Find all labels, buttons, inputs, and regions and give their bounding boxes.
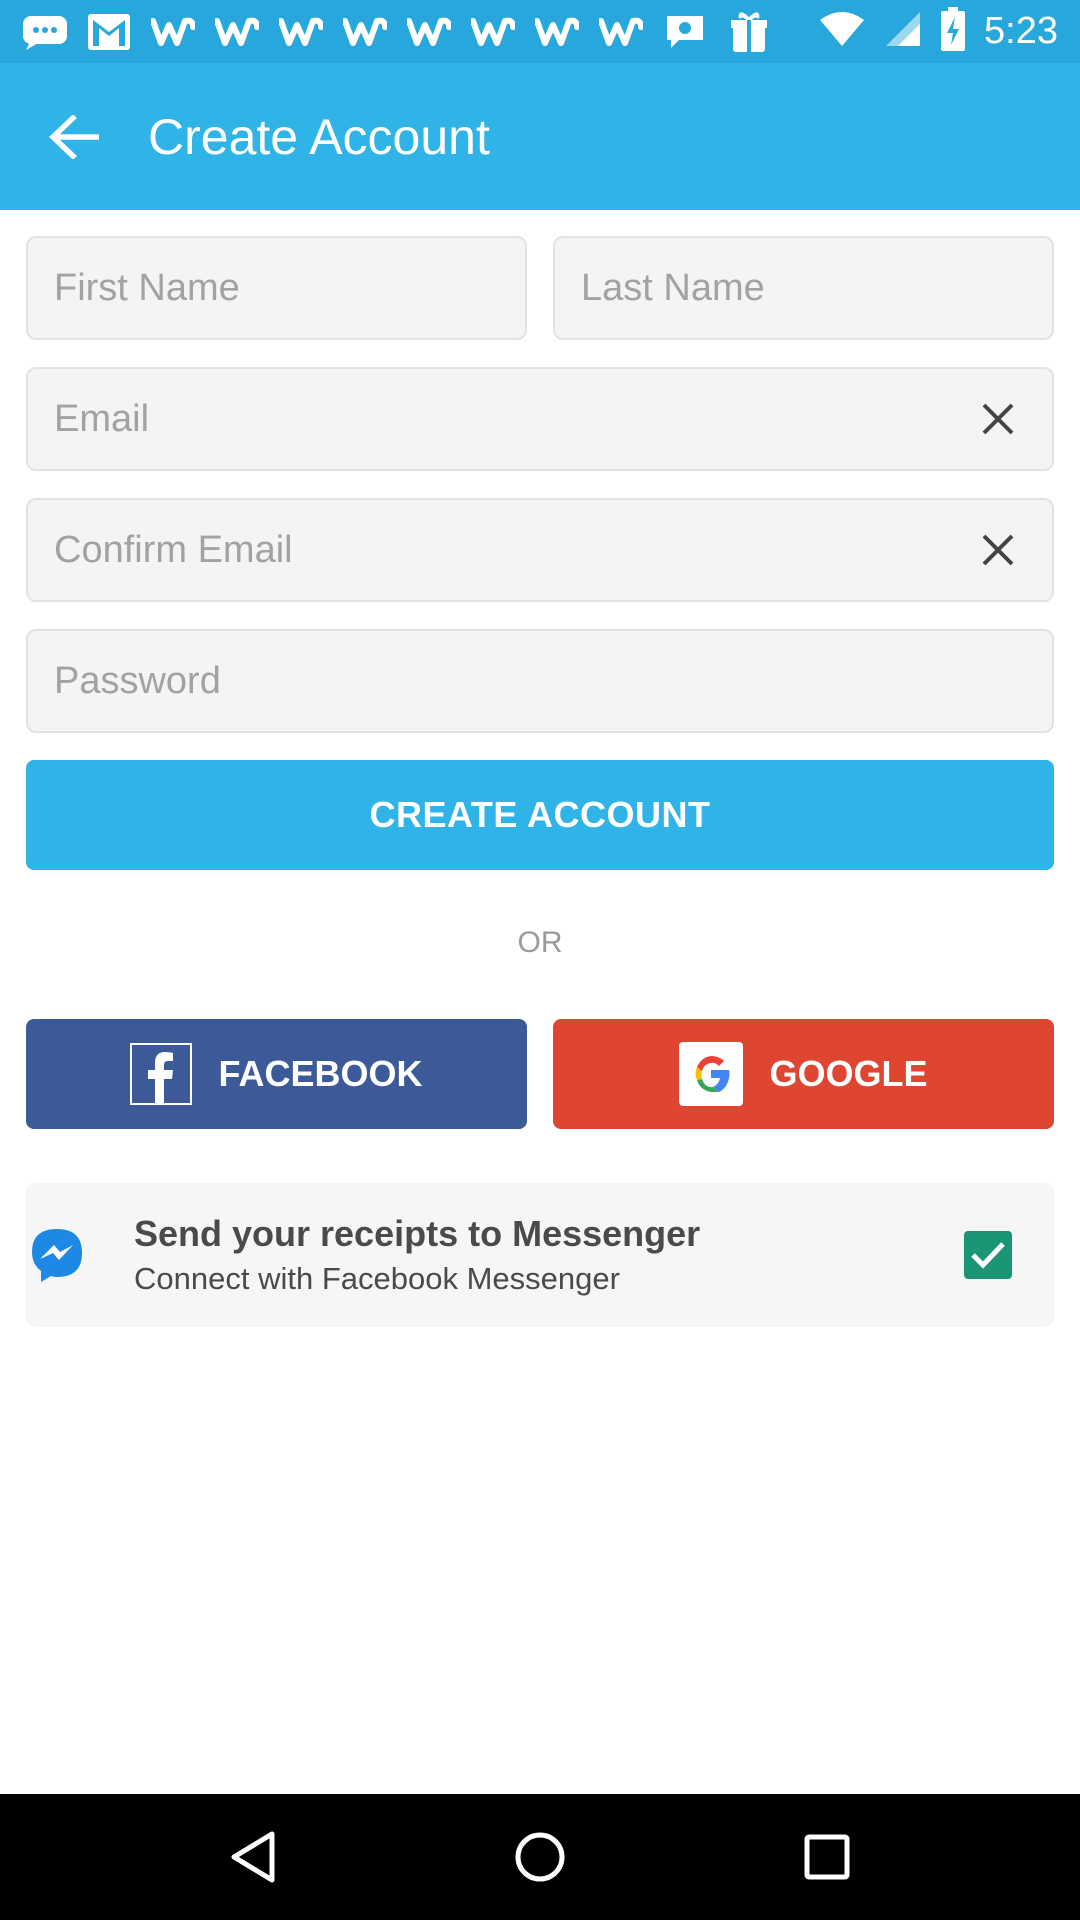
email-clear-button[interactable] — [968, 389, 1028, 449]
cellular-signal-icon — [884, 10, 922, 53]
w-app-icon — [406, 9, 452, 55]
first-name-field[interactable] — [26, 236, 527, 340]
status-time: 5:23 — [984, 10, 1058, 52]
w-app-icon — [150, 9, 196, 55]
password-field[interactable] — [26, 629, 1054, 733]
messenger-icon — [32, 1229, 82, 1282]
confirm-email-field[interactable] — [26, 498, 1054, 602]
facebook-login-button[interactable]: FACEBOOK — [26, 1019, 527, 1129]
back-triangle-icon — [231, 1831, 275, 1883]
gift-box-icon — [726, 9, 772, 55]
gmail-icon — [86, 9, 132, 55]
nav-back-button[interactable] — [213, 1817, 293, 1897]
facebook-label: FACEBOOK — [218, 1053, 423, 1094]
email-field[interactable] — [26, 367, 1054, 471]
w-app-icon — [598, 9, 644, 55]
first-name-input[interactable] — [52, 265, 501, 311]
facebook-icon — [130, 1043, 193, 1105]
messenger-checkbox[interactable] — [964, 1231, 1012, 1279]
status-bar: 5:23 — [0, 0, 1080, 63]
arrow-back-icon — [49, 114, 99, 159]
close-icon — [982, 403, 1014, 435]
confirm-email-clear-button[interactable] — [968, 520, 1028, 580]
last-name-field[interactable] — [553, 236, 1054, 340]
google-label: GOOGLE — [769, 1053, 928, 1094]
password-input[interactable] — [52, 658, 1028, 704]
messenger-card: Send your receipts to Messenger Connect … — [26, 1183, 1054, 1327]
w-app-icon — [342, 9, 388, 55]
page-title: Create Account — [148, 108, 490, 165]
messenger-subtitle: Connect with Facebook Messenger — [134, 1261, 620, 1296]
close-icon — [982, 534, 1014, 566]
w-app-icon — [470, 9, 516, 55]
w-app-icon — [278, 9, 324, 55]
create-account-button[interactable]: CREATE ACCOUNT — [26, 760, 1054, 870]
notification-icons — [0, 9, 772, 55]
confirm-email-input[interactable] — [52, 527, 968, 573]
app-bar: Create Account — [0, 63, 1080, 210]
nav-recents-button[interactable] — [787, 1817, 867, 1897]
or-divider: OR — [517, 926, 563, 959]
email-input[interactable] — [52, 396, 968, 442]
system-nav-bar — [0, 1794, 1080, 1920]
last-name-input[interactable] — [579, 265, 1028, 311]
battery-charging-icon — [940, 7, 966, 56]
messenger-title: Send your receipts to Messenger — [134, 1213, 701, 1254]
recents-square-icon — [804, 1834, 850, 1880]
nav-home-button[interactable] — [500, 1817, 580, 1897]
w-app-icon — [534, 9, 580, 55]
wifi-icon — [818, 10, 866, 53]
hangouts-icon — [662, 9, 708, 55]
checkmark-icon — [971, 1242, 1005, 1269]
google-icon — [679, 1042, 744, 1106]
home-circle-icon — [515, 1832, 565, 1882]
back-button[interactable] — [0, 63, 148, 210]
w-app-icon — [214, 9, 260, 55]
chat-bubble-icon — [22, 9, 68, 55]
google-login-button[interactable]: GOOGLE — [553, 1019, 1054, 1129]
